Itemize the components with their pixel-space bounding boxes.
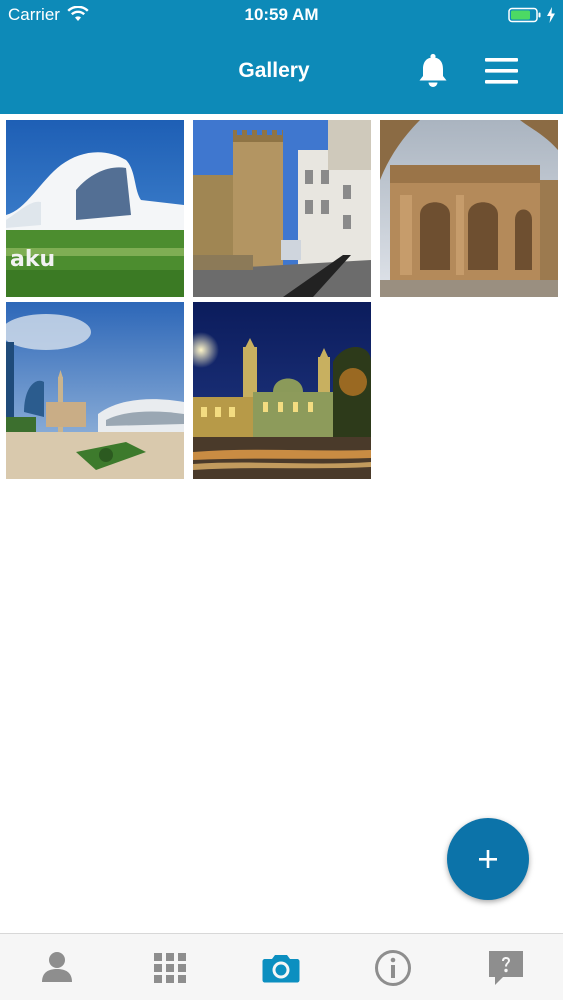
photo-stone-mausoleum[interactable]	[380, 120, 558, 297]
plus-icon	[479, 850, 497, 868]
hamburger-menu-icon	[485, 58, 518, 84]
photo-image: aku	[6, 120, 184, 297]
status-time: 10:59 AM	[244, 5, 319, 24]
photo-image	[6, 302, 184, 479]
help-chat-icon	[489, 951, 523, 985]
menu-button[interactable]	[483, 55, 521, 87]
photo-image	[193, 120, 371, 297]
tab-grid[interactable]	[150, 948, 190, 988]
tab-camera[interactable]	[261, 948, 301, 988]
grid-icon	[154, 953, 186, 983]
photo-night-mosque[interactable]	[193, 302, 371, 479]
photo-image	[380, 120, 558, 297]
page-title: Gallery	[238, 59, 310, 82]
notifications-button[interactable]	[414, 52, 452, 90]
tab-help[interactable]	[486, 948, 526, 988]
status-bar: Carrier 10:59 AM	[0, 0, 563, 30]
photo-heydar-aliyev-center[interactable]: aku	[6, 120, 184, 297]
gallery-screen: Carrier 10:59 AM Gallery aku	[0, 0, 563, 1000]
photo-image	[193, 302, 371, 479]
svg-text:aku: aku	[10, 247, 55, 272]
photo-old-city-tower[interactable]	[193, 120, 371, 297]
charging-bolt-icon	[547, 7, 555, 23]
bell-icon	[419, 53, 447, 87]
app-header: Carrier 10:59 AM Gallery	[0, 0, 563, 114]
photo-mosque-and-modern-building[interactable]	[6, 302, 184, 479]
camera-icon	[262, 955, 300, 983]
info-icon	[375, 950, 411, 986]
tab-bar	[0, 933, 563, 1000]
tab-profile[interactable]	[37, 948, 77, 988]
person-icon	[42, 952, 72, 982]
tab-info[interactable]	[373, 948, 413, 988]
battery-icon	[508, 7, 541, 23]
add-photo-button[interactable]	[447, 818, 529, 900]
